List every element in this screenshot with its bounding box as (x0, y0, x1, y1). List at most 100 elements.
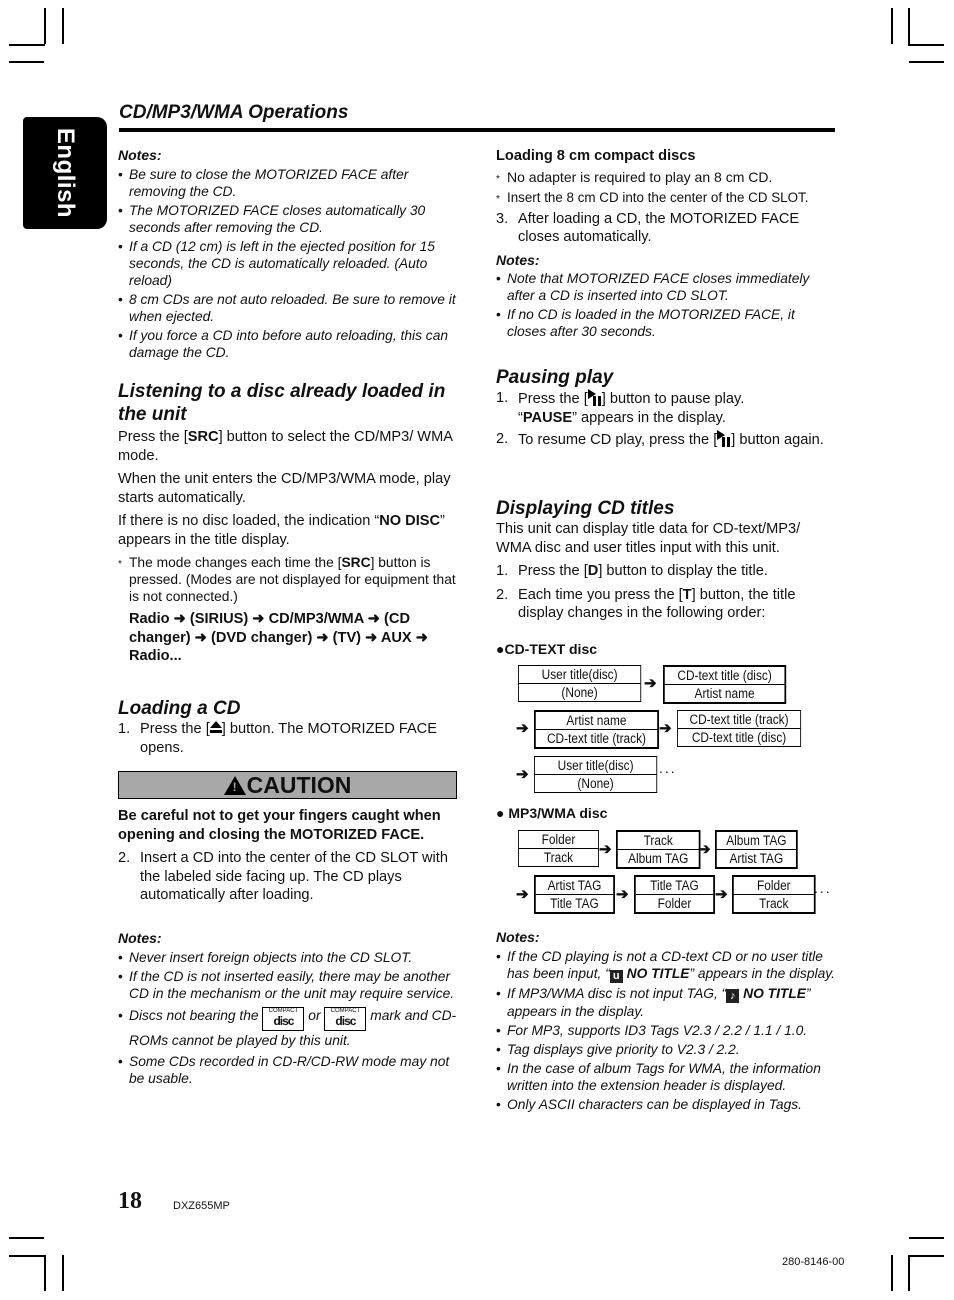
note-item: Be sure to close the MOTORIZED FACE afte… (118, 166, 460, 200)
page-number: 18 (118, 1188, 142, 1214)
notes-heading: Notes: (496, 929, 540, 945)
mp3wma-box: Title TAG Folder (634, 875, 715, 914)
pausing-heading: Pausing play (496, 367, 614, 388)
arrow-icon: ➔ (659, 720, 672, 737)
document-code: 280-8146-00 (782, 1256, 845, 1268)
note-item: If no CD is loaded in the MOTORIZED FACE… (496, 306, 836, 340)
note-item: If a CD (12 cm) is left in the ejected p… (118, 238, 460, 289)
caution-banner: ! CAUTION (118, 771, 457, 799)
warning-icon: ! (223, 776, 246, 795)
mp3wma-box: Folder Track (518, 830, 599, 867)
arrow-icon: ➔ (599, 841, 612, 858)
language-tab: English (23, 117, 107, 229)
arrow-icon: ➔ (644, 675, 657, 692)
cdtext-box: User title(disc) (None) (534, 756, 658, 793)
notes-block: Notes: Be sure to close the MOTORIZED FA… (118, 146, 460, 361)
crop-mark (891, 8, 893, 44)
displaying-intro: This unit can display title data for CD-… (496, 521, 801, 556)
note-item: Some CDs recorded in CD-R/CD-RW mode may… (118, 1053, 463, 1087)
caution-body: Be careful not to get your fingers caugh… (118, 807, 460, 908)
section-title: CD/MP3/WMA Operations (119, 102, 349, 123)
notes-block-4: Notes: If the CD playing is not a CD-tex… (496, 928, 841, 1115)
note-item: Note that MOTORIZED FACE closes immediat… (496, 270, 836, 304)
displaying-step-1: 1. Press the [D] button to display the ti… (496, 563, 768, 579)
crop-mark (909, 61, 944, 63)
pausing-step-1: 1. Press the [] button to pause play. “PAU… (496, 389, 745, 426)
note-item: 8 cm CDs are not auto reloaded. Be sure … (118, 291, 460, 325)
note-item: If the CD playing is not a CD-text CD or… (496, 948, 841, 983)
ellipsis: ... (659, 760, 677, 776)
mp3wma-box: Artist TAG Title TAG (534, 875, 615, 914)
pausing-step-2: 2. To resume CD play, press the [] button… (496, 430, 824, 448)
displaying-section: Displaying CD titles This unit can displ… (496, 497, 836, 626)
listening-para-2: When the unit enters the CD/MP3/WMA mode… (118, 471, 451, 506)
loading-8cm-note: Insert the 8 cm CD into the center of th… (496, 189, 836, 208)
loading-heading: Loading a CD (118, 698, 241, 719)
loading-step-2: 2. Insert a CD into the center of the CD … (118, 850, 448, 903)
note-item: In the case of album Tags for WMA, the i… (496, 1060, 841, 1094)
pausing-section: Pausing play 1. Press the [] button to pa… (496, 366, 836, 453)
user-title-icon: u (609, 969, 623, 983)
crop-mark (44, 8, 46, 44)
eject-icon (209, 721, 222, 734)
notes-heading: Notes: (496, 251, 540, 268)
model-number: DXZ655MP (173, 1200, 230, 1212)
note-item: Only ASCII characters can be displayed i… (496, 1096, 841, 1113)
note-item: Never insert foreign objects into the CD… (118, 949, 463, 966)
arrow-icon: ➔ (616, 886, 629, 903)
crop-mark (9, 1237, 44, 1239)
cdtext-label: ●CD-TEXT disc (496, 641, 598, 657)
listening-section: Listening to a disc already loaded in th… (118, 380, 463, 666)
play-pause-icon (587, 389, 602, 406)
arrow-icon: ➔ (698, 841, 711, 858)
note-item: For MP3, supports ID3 Tags V2.3 / 2.2 / … (496, 1022, 841, 1039)
loading-8cm-note: No adapter is required to play an 8 cm C… (496, 169, 836, 188)
note-item: The MOTORIZED FACE closes automatically … (118, 202, 460, 236)
cdtext-box: CD-text title (track) CD-text title (disc… (677, 710, 802, 747)
crop-mark (908, 44, 944, 46)
loading-step-1: 1. Press the [] button. The MOTORIZED FAC… (118, 721, 437, 756)
mode-sequence: Radio ➜ (SIRIUS) ➜ CD/MP3/WMA ➜ (CD chan… (129, 611, 428, 664)
notes-heading: Notes: (118, 930, 162, 946)
note-item: If you force a CD into before auto reloa… (118, 327, 460, 361)
crop-mark (44, 1255, 46, 1291)
crop-mark (908, 8, 910, 44)
note-item: Tag displays give priority to V2.3 / 2.2… (496, 1041, 841, 1058)
listening-heading: Listening to a disc already loaded in th… (118, 381, 446, 425)
loading-8cm-section: Loading 8 cm compact discs No adapter is… (496, 147, 836, 342)
note-item: Discs not bearing the COMPACTdisc or COM… (118, 1006, 463, 1051)
displaying-step-2: 2. Each time you press the [T] button, th… (496, 586, 796, 622)
compact-disc-text-logo: COMPACT disc (324, 1006, 367, 1031)
ellipsis: ... (814, 880, 832, 896)
crop-mark (9, 61, 44, 63)
note-item: If the CD is not inserted easily, there … (118, 968, 463, 1002)
play-pause-icon (717, 430, 731, 447)
compact-disc-digital-audio-logo: COMPACT disc (262, 1006, 305, 1031)
caution-text: Be careful not to get your fingers caugh… (118, 808, 441, 843)
cdtext-box: Artist name CD-text title (track) (534, 710, 659, 749)
crop-mark (908, 1255, 944, 1257)
mp3wma-box: Folder Track (732, 875, 816, 914)
crop-mark (62, 1255, 64, 1291)
mp3wma-box: Track Album TAG (616, 830, 701, 869)
notes-heading: Notes: (118, 147, 162, 163)
arrow-icon: ➔ (516, 766, 529, 783)
music-note-icon: ♪ (726, 988, 740, 1003)
crop-mark (62, 8, 64, 44)
section-rule (119, 128, 835, 132)
crop-mark (9, 44, 45, 46)
crop-mark (908, 1255, 910, 1291)
left-column: Notes: Be sure to close the MOTORIZED FA… (118, 146, 460, 363)
listening-para-1: Press the [SRC] button to select the CD/… (118, 429, 453, 464)
notes-block-2: Notes: Never insert foreign objects into… (118, 929, 463, 1089)
note-item: If MP3/WMA disc is not input TAG, “♪ NO … (496, 985, 841, 1020)
arrow-icon: ➔ (715, 886, 728, 903)
arrow-icon: ➔ (516, 886, 529, 903)
loading-section: Loading a CD 1. Press the [] button. The … (118, 697, 460, 760)
crop-mark (891, 1255, 893, 1291)
displaying-heading: Displaying CD titles (496, 498, 675, 519)
cdtext-box: User title(disc) (None) (518, 665, 642, 702)
listening-para-3: If there is no disc loaded, the indicati… (118, 513, 445, 548)
crop-mark (9, 1255, 45, 1257)
arrow-icon: ➔ (516, 720, 529, 737)
